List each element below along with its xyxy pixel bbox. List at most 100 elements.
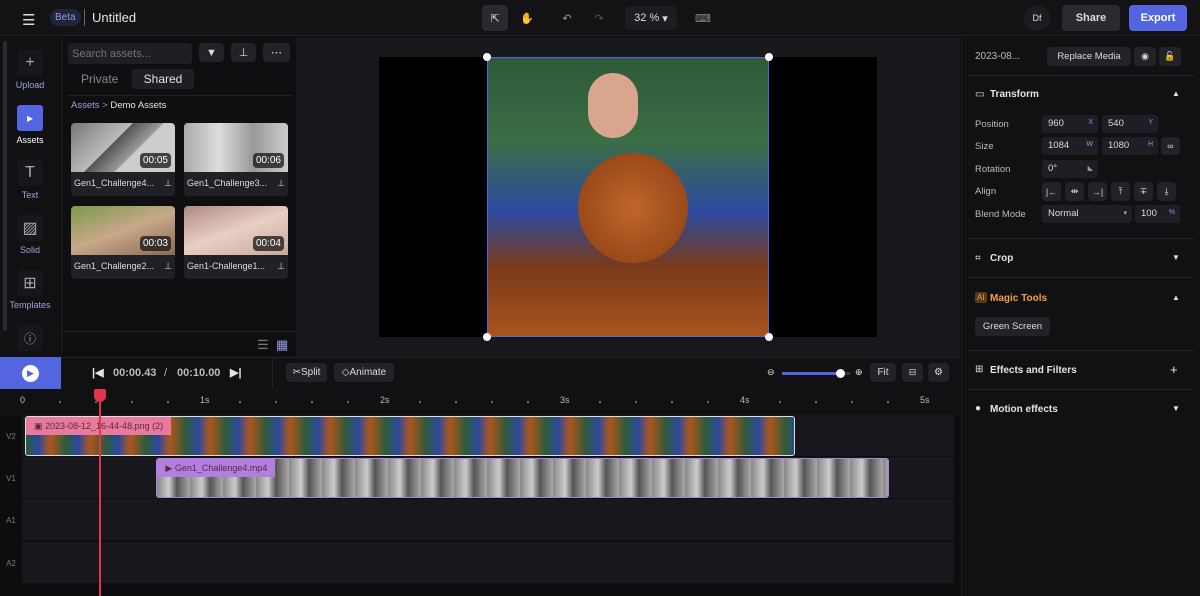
- list-view-icon[interactable]: ☰: [257, 337, 269, 353]
- ruler-dot: [491, 401, 493, 403]
- undo-icon[interactable]: ↶: [554, 5, 580, 31]
- animate-button[interactable]: ◇ Animate: [334, 363, 394, 382]
- green-screen-button[interactable]: Green Screen: [975, 317, 1050, 336]
- chevron-up-icon[interactable]: ▲: [1172, 89, 1180, 98]
- zoom-in-icon[interactable]: ⊕: [855, 367, 863, 378]
- transform-header[interactable]: Transform: [990, 89, 1039, 100]
- asset-card[interactable]: 00:03 Gen1_Challenge2... ⊥: [71, 206, 175, 279]
- chevron-down-icon[interactable]: ▼: [1172, 404, 1180, 413]
- more-options-icon[interactable]: ⋯: [263, 43, 290, 62]
- project-title[interactable]: Untitled: [92, 10, 136, 25]
- ruler-dot: [311, 401, 313, 403]
- scrollbar[interactable]: [3, 41, 7, 331]
- resize-handle[interactable]: [765, 53, 773, 61]
- search-input[interactable]: [68, 43, 192, 64]
- skip-end-icon[interactable]: ▶|: [230, 366, 242, 379]
- split-button[interactable]: ✂ Split: [286, 363, 327, 382]
- rail-templates[interactable]: ⊞ Templates: [8, 270, 52, 310]
- asset-card[interactable]: 00:04 Gen1-Challenge1... ⊥: [184, 206, 288, 279]
- timeline-clip[interactable]: ▶ Gen1_Challenge4.mp4: [156, 458, 889, 498]
- crop-icon: ⌗: [975, 253, 981, 264]
- ruler-tick-label: 2s: [380, 395, 390, 405]
- menu-icon[interactable]: ☰: [22, 11, 35, 29]
- skip-start-icon[interactable]: |◀: [92, 366, 104, 379]
- breadcrumb-root[interactable]: Assets: [71, 100, 100, 111]
- rail-upload[interactable]: + Upload: [8, 50, 52, 90]
- tab-shared[interactable]: Shared: [132, 69, 194, 89]
- timeline-zoom-slider[interactable]: [782, 369, 850, 378]
- blend-mode-select[interactable]: Normal ▾: [1042, 205, 1132, 223]
- plus-icon: +: [17, 50, 43, 76]
- plus-icon[interactable]: +: [1170, 362, 1178, 377]
- opacity-input[interactable]: 100%: [1135, 205, 1180, 223]
- ruler-dot: [239, 401, 241, 403]
- width-input[interactable]: 1084 W: [1042, 137, 1098, 155]
- resize-handle[interactable]: [765, 333, 773, 341]
- eye-icon[interactable]: ◉: [1134, 47, 1156, 66]
- zoom-out-icon[interactable]: ⊖: [767, 367, 775, 378]
- asset-card[interactable]: 00:05 Gen1_Challenge4... ⊥: [71, 123, 175, 196]
- crop-header[interactable]: Crop: [990, 253, 1013, 264]
- align-left-icon[interactable]: |←: [1042, 182, 1061, 201]
- ruler-dot: [635, 401, 637, 403]
- align-center-h-icon[interactable]: ⇹: [1065, 182, 1084, 201]
- playhead[interactable]: [94, 389, 107, 596]
- text-icon: T: [17, 160, 43, 186]
- position-y-input[interactable]: 540 Y: [1102, 115, 1158, 133]
- keyboard-icon[interactable]: ⌨: [690, 6, 716, 30]
- track-label: V2: [6, 432, 16, 441]
- rotation-input[interactable]: 0° ◣: [1042, 160, 1098, 178]
- snap-icon[interactable]: ⊟: [902, 363, 923, 382]
- link-icon[interactable]: ∞: [1161, 137, 1180, 155]
- redo-icon[interactable]: ↷: [586, 5, 612, 31]
- rail-assets[interactable]: ▸ Assets: [8, 105, 52, 145]
- ruler-dot: [815, 401, 817, 403]
- filter-icon[interactable]: ▼: [199, 43, 224, 62]
- unlock-icon[interactable]: 🔓: [1159, 47, 1181, 66]
- ruler-dot: [131, 401, 133, 403]
- resize-handle[interactable]: [483, 333, 491, 341]
- play-button[interactable]: ▶: [0, 357, 61, 389]
- hatch-icon: ▨: [17, 215, 43, 241]
- ai-badge: AI: [975, 292, 987, 303]
- fit-button[interactable]: Fit: [870, 363, 896, 382]
- motion-effects-header[interactable]: Motion effects: [990, 404, 1058, 415]
- selected-media[interactable]: [487, 57, 769, 337]
- track-a2[interactable]: [22, 542, 954, 584]
- asset-card[interactable]: 00:06 Gen1_Challenge3... ⊥: [184, 123, 288, 196]
- chevron-up-icon[interactable]: ▲: [1172, 293, 1180, 302]
- help-button[interactable]: ⓘ: [8, 325, 52, 355]
- align-middle-icon[interactable]: ∓: [1134, 182, 1153, 201]
- hand-tool-icon[interactable]: ✋: [514, 5, 540, 31]
- ruler-dot: [527, 401, 529, 403]
- effects-header[interactable]: Effects and Filters: [990, 365, 1077, 376]
- align-top-icon[interactable]: ⤒: [1111, 182, 1130, 201]
- tab-private[interactable]: Private: [81, 72, 118, 86]
- position-x-input[interactable]: 960 X: [1042, 115, 1098, 133]
- chevron-down-icon[interactable]: ▼: [1172, 253, 1180, 262]
- transform-icon: ▭: [975, 89, 985, 100]
- settings-icon[interactable]: ⚙: [928, 363, 949, 382]
- rail-text[interactable]: T Text: [8, 160, 52, 200]
- avatar[interactable]: Df: [1024, 5, 1050, 31]
- clip-label: ▶ Gen1_Challenge4.mp4: [157, 459, 276, 477]
- pin-icon[interactable]: ⊥: [231, 43, 256, 62]
- replace-media-button[interactable]: Replace Media: [1047, 47, 1131, 66]
- zoom-select[interactable]: 32 % ▾: [625, 6, 677, 30]
- align-bottom-icon[interactable]: ⤓: [1157, 182, 1176, 201]
- align-right-icon[interactable]: →|: [1088, 182, 1107, 201]
- scissors-icon: ✂: [292, 367, 301, 378]
- timeline-clip[interactable]: ▣ 2023-08-12_16-44-48.png (2): [25, 416, 796, 456]
- position-label: Position: [975, 119, 1009, 130]
- select-tool-icon[interactable]: ⇱: [482, 5, 508, 31]
- share-button[interactable]: Share: [1062, 5, 1120, 31]
- magic-tools-header[interactable]: Magic Tools: [990, 293, 1047, 304]
- rail-solid[interactable]: ▨ Solid: [8, 215, 52, 255]
- ruler-tick-label: 5s: [920, 395, 930, 405]
- timeline-ruler[interactable]: 0 1s 2s 3s 4s 5s: [0, 389, 960, 415]
- height-input[interactable]: 1080 H: [1102, 137, 1158, 155]
- resize-handle[interactable]: [483, 53, 491, 61]
- grid-view-icon[interactable]: ▦: [276, 337, 288, 353]
- export-button[interactable]: Export: [1129, 5, 1187, 31]
- track-a1[interactable]: [22, 499, 954, 541]
